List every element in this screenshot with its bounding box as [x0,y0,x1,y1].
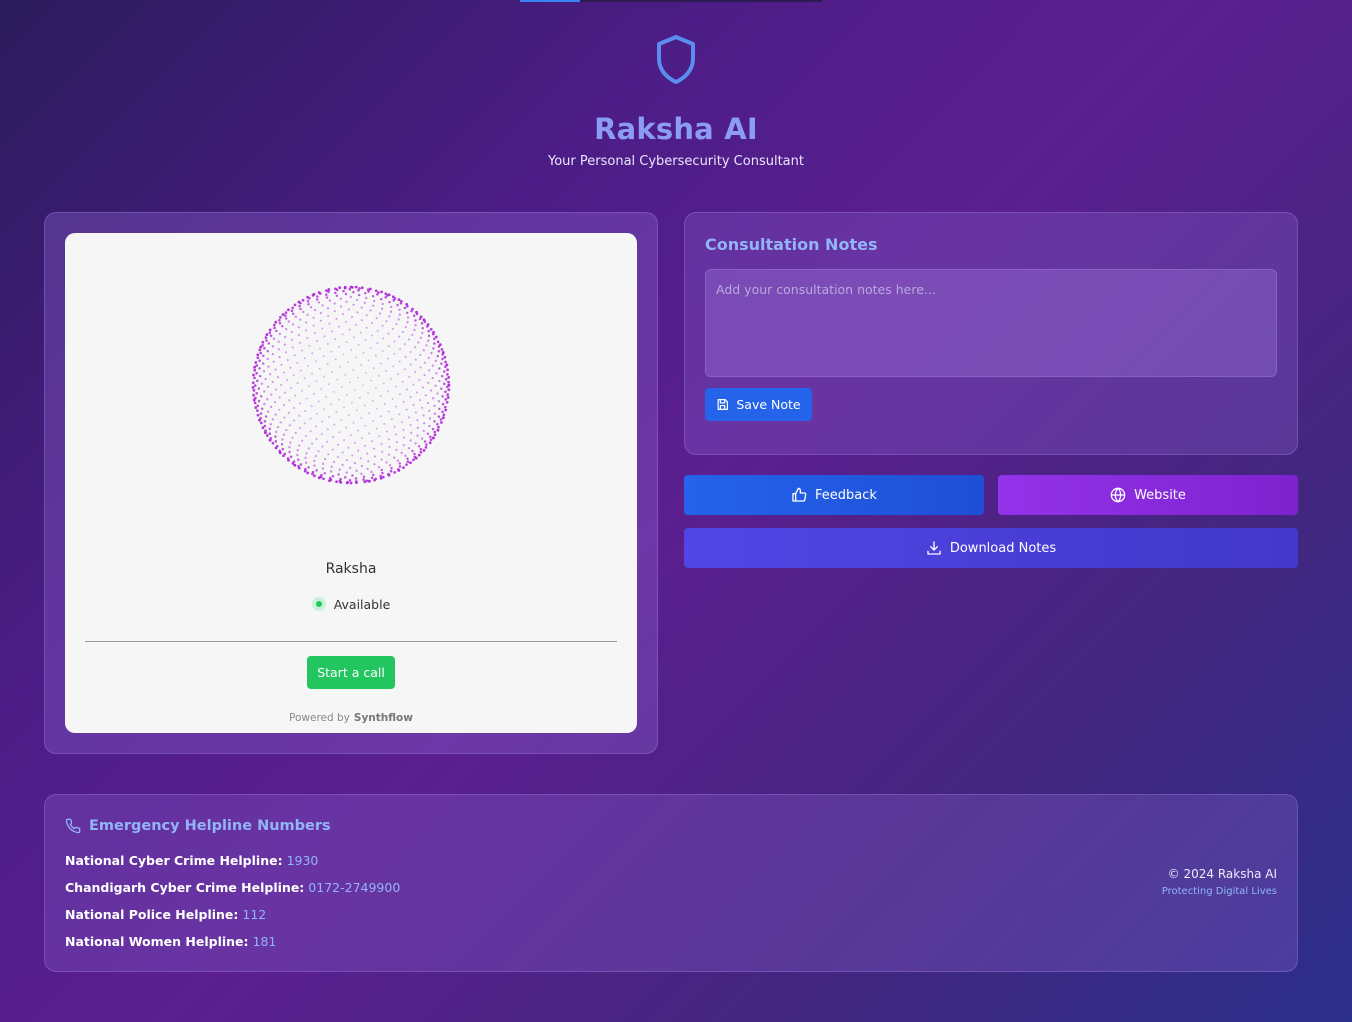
powered-by: Powered by Synthflow [65,712,637,724]
helpline-panel: Emergency Helpline Numbers National Cybe… [44,794,1298,972]
top-progress-fill [520,0,580,2]
status-dot-icon [311,597,326,611]
save-note-label: Save Note [736,397,801,412]
agent-status: Available [65,597,637,612]
copyright: © 2024 Raksha AI [1167,867,1277,881]
helpline-number: 1930 [286,853,319,868]
top-progress-bar [520,0,822,2]
notes-title: Consultation Notes [705,235,878,254]
helpline-label: National Women Helpline: [65,934,249,949]
thumbs-up-icon [792,487,807,502]
status-label: Available [333,597,391,612]
website-button[interactable]: Website [998,475,1298,515]
shield-icon [657,35,695,84]
list-item: National Women Helpline: 181 [65,934,400,961]
helpline-label: National Cyber Crime Helpline: [65,853,283,868]
download-notes-button[interactable]: Download Notes [684,528,1298,568]
agent-name: Raksha [325,561,377,577]
powered-by-label: Powered by [289,712,350,724]
voice-widget-card: Raksha Available Start a call Powered by… [65,233,637,733]
footer-info: © 2024 Raksha AI Protecting Digital Live… [1162,867,1277,897]
save-note-button[interactable]: Save Note [705,388,812,421]
helpline-number: 0172-2749900 [308,880,401,895]
widget-divider [85,641,617,642]
helpline-title-text: Emergency Helpline Numbers [89,818,331,834]
website-label: Website [1134,487,1186,503]
feedback-label: Feedback [815,487,877,503]
page-subtitle: Your Personal Cybersecurity Consultant [548,154,804,169]
phone-icon [65,818,81,834]
tagline: Protecting Digital Lives [1161,886,1277,897]
helpline-number: 181 [252,934,277,949]
helpline-list: National Cyber Crime Helpline: 1930 Chand… [65,853,400,961]
helpline-number: 112 [242,907,267,922]
start-call-button[interactable]: Start a call [307,656,395,689]
synthflow-logo[interactable]: Synthflow [354,712,413,724]
globe-icon [1110,487,1126,503]
helpline-label: Chandigarh Cyber Crime Helpline: [65,880,305,895]
voice-widget-panel: Raksha Available Start a call Powered by… [44,212,658,754]
list-item: National Police Helpline: 112 [65,907,400,934]
download-icon [927,541,941,555]
notes-textarea[interactable] [705,269,1277,377]
download-notes-label: Download Notes [949,540,1057,556]
synthflow-brand: Synthflow [353,712,413,724]
helpline-title: Emergency Helpline Numbers [65,818,331,834]
list-item: National Cyber Crime Helpline: 1930 [65,853,400,880]
helpline-label: National Police Helpline: [65,907,239,922]
save-icon [717,399,729,410]
page-header: Raksha AI Your Personal Cybersecurity Co… [0,34,1352,169]
voice-orb [251,285,451,485]
feedback-button[interactable]: Feedback [684,475,984,515]
list-item: Chandigarh Cyber Crime Helpline: 0172-274… [65,880,400,907]
consultation-notes-panel: Consultation Notes Save Note [684,212,1298,455]
page-title: Raksha AI [594,112,758,146]
